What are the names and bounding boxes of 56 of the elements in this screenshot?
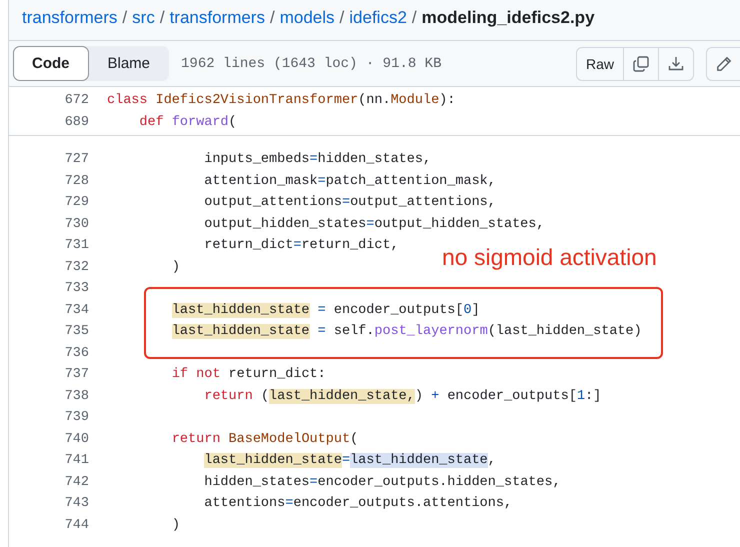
annotation-text: no sigmoid activation — [442, 244, 657, 271]
breadcrumb-separator: / — [412, 8, 417, 28]
line-number: 740 — [64, 432, 90, 447]
breadcrumb-link[interactable]: src — [132, 8, 155, 28]
view-tab[interactable]: Code — [13, 46, 88, 81]
line-number: 738 — [64, 388, 90, 404]
line-number: 728 — [64, 174, 90, 189]
code-line: attentions=encoder_outputs.attentions, — [203, 496, 512, 512]
pencil-icon — [716, 56, 732, 72]
line-number: 727 — [64, 152, 90, 168]
code-line: output_hidden_states=output_hidden_states, — [203, 216, 544, 232]
edit-button[interactable] — [706, 46, 740, 80]
code-line: inputs_embeds=hidden_states, — [203, 152, 432, 168]
line-number: 743 — [64, 496, 90, 512]
code-line: output_attentions=output_attentions, — [203, 195, 496, 210]
line-number: 736 — [64, 346, 90, 361]
line-number: 742 — [64, 474, 90, 490]
line-number: 735 — [64, 324, 90, 340]
code-line: last_hidden_state=last_hidden_state, — [203, 453, 496, 468]
line-number: 732 — [64, 260, 90, 275]
line-number: 734 — [64, 302, 90, 318]
code-line: last_hidden_state = self.post_layernorm(last_hidden_state) — [170, 324, 642, 340]
line-number: 739 — [64, 410, 90, 426]
code-line: return BaseModelOutput( — [170, 432, 358, 447]
line-number: 744 — [64, 518, 90, 533]
line-number: 737 — [64, 367, 90, 382]
breadcrumb-link[interactable]: transformers — [170, 8, 265, 28]
view-tab[interactable]: Blame — [88, 46, 170, 81]
file-name: modeling_idefics2.py — [422, 8, 595, 28]
breadcrumb-link[interactable]: transformers — [22, 8, 118, 28]
breadcrumb-link[interactable]: models — [280, 8, 335, 28]
code-line: return (last_hidden_state,) + encoder_outputs[1:] — [203, 388, 602, 404]
code-line: hidden_states=encoder_outputs.hidden_states, — [203, 474, 561, 490]
code-line: attention_mask=patch_attention_mask, — [203, 174, 496, 189]
code-line: ) — [170, 518, 180, 533]
breadcrumb-separator: / — [340, 8, 344, 28]
code-line: if not return_dict: — [170, 367, 326, 382]
code-line: class Idefics2VisionTransformer(nn.Module): — [107, 93, 456, 108]
line-number: 731 — [64, 238, 90, 254]
code-line: def forward( — [138, 114, 237, 130]
breadcrumb-separator: / — [160, 8, 165, 28]
line-number: 741 — [64, 453, 90, 468]
copy-icon — [633, 56, 649, 72]
code-line: last_hidden_state = encoder_outputs[0] — [170, 302, 480, 318]
download-icon — [668, 56, 684, 72]
line-number: 689 — [64, 114, 90, 130]
breadcrumb-separator: / — [122, 8, 128, 28]
line-number: 733 — [64, 281, 90, 296]
breadcrumb-link[interactable]: idefics2 — [349, 8, 407, 28]
code-line: return_dict=return_dict, — [203, 238, 399, 254]
code-line: ) — [170, 260, 180, 275]
file-info: 1962 lines (1643 loc) · 91.8 KB — [181, 56, 442, 72]
line-number: 730 — [64, 216, 90, 232]
breadcrumb-separator: / — [270, 8, 275, 28]
line-number: 672 — [64, 93, 90, 108]
line-number: 729 — [64, 195, 90, 210]
